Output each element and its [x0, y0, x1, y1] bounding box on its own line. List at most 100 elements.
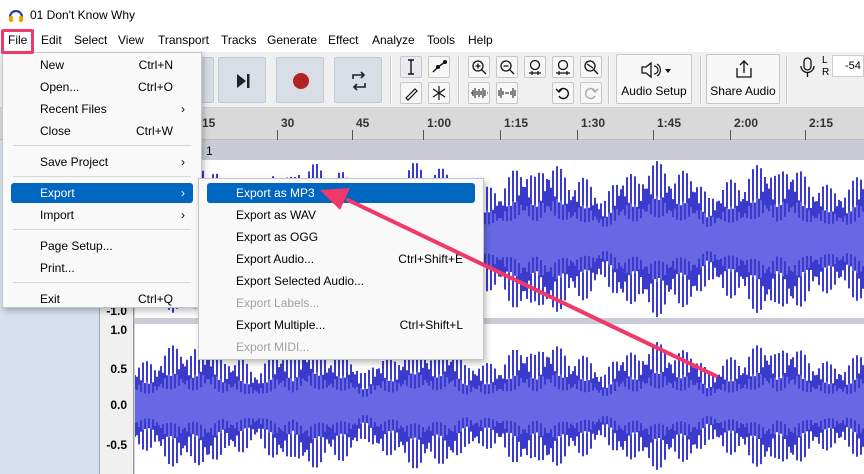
- record-button[interactable]: [276, 57, 324, 103]
- menu-item-export-ogg[interactable]: Export as OGG: [207, 227, 475, 247]
- menu-edit[interactable]: Edit: [41, 33, 62, 47]
- fit-selection-button[interactable]: [524, 56, 546, 78]
- envelope-tool[interactable]: [428, 56, 450, 78]
- multi-tool[interactable]: [428, 82, 450, 104]
- menu-generate[interactable]: Generate: [267, 33, 317, 47]
- menu-item-export-multiple[interactable]: Export Multiple... Ctrl+Shift+L: [207, 315, 475, 335]
- export-submenu: Export as MP3 Export as WAV Export as OG…: [198, 178, 484, 360]
- ruler-tick: 0.5: [110, 362, 127, 376]
- audio-setup-label: Audio Setup: [621, 84, 687, 98]
- menu-item-label: New: [40, 58, 65, 72]
- timeline-tick-label: 1:45: [657, 116, 682, 130]
- menu-item-label: Close: [40, 124, 71, 138]
- zoom-toggle-button[interactable]: [580, 56, 602, 78]
- chevron-right-icon: ›: [181, 186, 185, 200]
- menu-tools[interactable]: Tools: [427, 33, 455, 47]
- silence-icon: [498, 88, 516, 98]
- menu-separator: [13, 145, 191, 146]
- share-audio-button[interactable]: Share Audio: [706, 54, 780, 104]
- microphone-icon[interactable]: [800, 57, 816, 79]
- timeline-tick-label: 15: [202, 116, 216, 130]
- menu-item-label: Export Labels...: [236, 296, 320, 310]
- menu-item-recent-files[interactable]: Recent Files ›: [11, 99, 193, 119]
- zoom-out-icon: [500, 60, 515, 75]
- menu-item-shortcut: Ctrl+Shift+E: [398, 252, 463, 266]
- selection-tool[interactable]: [400, 56, 422, 78]
- chevron-right-icon: ›: [181, 102, 185, 116]
- menu-separator: [13, 229, 191, 230]
- trim-icon: [471, 88, 488, 98]
- title-bar: 01 Don't Know Why: [0, 0, 864, 30]
- chevron-right-icon: ›: [181, 208, 185, 222]
- toolbar-separator: [608, 56, 610, 104]
- timeline-tick-label: 2:00: [734, 116, 759, 130]
- file-menu: New Ctrl+N Open... Ctrl+O Recent Files ›…: [2, 52, 202, 308]
- asterisk-icon: [432, 86, 446, 100]
- menu-item-label: Export as OGG: [236, 230, 319, 244]
- menu-item-label: Export as WAV: [236, 208, 317, 222]
- share-audio-label: Share Audio: [710, 84, 776, 98]
- menu-item-export-mp3[interactable]: Export as MP3: [207, 183, 475, 203]
- silence-audio-button[interactable]: [496, 82, 518, 104]
- fit-project-button[interactable]: [552, 56, 574, 78]
- zoom-in-button[interactable]: [468, 56, 490, 78]
- toolbar-separator: [786, 56, 788, 104]
- menu-item-export-audio[interactable]: Export Audio... Ctrl+Shift+E: [207, 249, 475, 269]
- timeline-tick-label: 1:15: [504, 116, 529, 130]
- menu-item-open[interactable]: Open... Ctrl+O: [11, 77, 193, 97]
- menu-item-import[interactable]: Import ›: [11, 205, 193, 225]
- menu-item-close[interactable]: Close Ctrl+W: [11, 121, 193, 141]
- timeline-tick-mark: [577, 130, 578, 140]
- menu-item-label: Export MIDI...: [236, 340, 310, 354]
- draw-tool[interactable]: [400, 82, 422, 104]
- ruler-tick: 0.0: [110, 398, 127, 412]
- envelope-icon: [432, 60, 447, 73]
- menu-analyze[interactable]: Analyze: [372, 33, 415, 47]
- menu-item-shortcut: Ctrl+Q: [137, 292, 173, 306]
- menu-help[interactable]: Help: [468, 33, 493, 47]
- meter-value: -54: [845, 60, 861, 72]
- i-beam-icon: [408, 59, 414, 75]
- menu-item-exit[interactable]: Exit Ctrl+Q: [11, 289, 193, 309]
- menu-view[interactable]: View: [118, 33, 144, 47]
- zoom-out-button[interactable]: [496, 56, 518, 78]
- menu-item-page-setup[interactable]: Page Setup...: [11, 236, 193, 256]
- menu-transport[interactable]: Transport: [158, 33, 209, 47]
- timeline-tick-mark: [730, 130, 731, 140]
- menu-item-export-midi: Export MIDI...: [207, 337, 475, 357]
- menu-item-export-labels: Export Labels...: [207, 293, 475, 313]
- chevron-right-icon: ›: [181, 155, 185, 169]
- menu-item-label: Print...: [40, 261, 75, 275]
- menu-item-label: Recent Files: [40, 102, 107, 116]
- menu-item-label: Export Audio...: [236, 252, 315, 266]
- menu-select[interactable]: Select: [74, 33, 107, 47]
- menu-item-label: Page Setup...: [40, 239, 113, 253]
- menu-item-label: Import: [40, 208, 75, 222]
- menu-item-save-project[interactable]: Save Project ›: [11, 152, 193, 172]
- menu-item-print[interactable]: Print...: [11, 258, 193, 278]
- loop-button[interactable]: [334, 57, 382, 103]
- zoom-toggle-icon: [584, 60, 599, 75]
- redo-button[interactable]: [580, 82, 602, 104]
- menu-tracks[interactable]: Tracks: [221, 33, 257, 47]
- trim-audio-button[interactable]: [468, 82, 490, 104]
- menu-item-new[interactable]: New Ctrl+N: [11, 55, 193, 75]
- recording-meter[interactable]: -54: [832, 55, 864, 77]
- menu-item-export-selected-audio[interactable]: Export Selected Audio...: [207, 271, 475, 291]
- timeline-tick-mark: [423, 130, 424, 140]
- menu-item-label: Open...: [40, 80, 80, 94]
- menu-item-export[interactable]: Export ›: [11, 183, 193, 203]
- timeline-tick-mark: [653, 130, 654, 140]
- audio-setup-button[interactable]: Audio Setup: [616, 54, 692, 104]
- audacity-logo-icon: [8, 9, 24, 22]
- menu-item-export-wav[interactable]: Export as WAV: [207, 205, 475, 225]
- menu-item-label: Save Project: [40, 155, 109, 169]
- menu-item-label: Export as MP3: [236, 186, 315, 200]
- skip-to-end-button[interactable]: [218, 57, 266, 103]
- undo-button[interactable]: [552, 82, 574, 104]
- window-title: 01 Don't Know Why: [30, 8, 136, 22]
- menu-separator: [13, 282, 191, 283]
- zoom-in-icon: [472, 60, 487, 75]
- menu-effect[interactable]: Effect: [328, 33, 358, 47]
- meter-right-label: R: [822, 67, 830, 78]
